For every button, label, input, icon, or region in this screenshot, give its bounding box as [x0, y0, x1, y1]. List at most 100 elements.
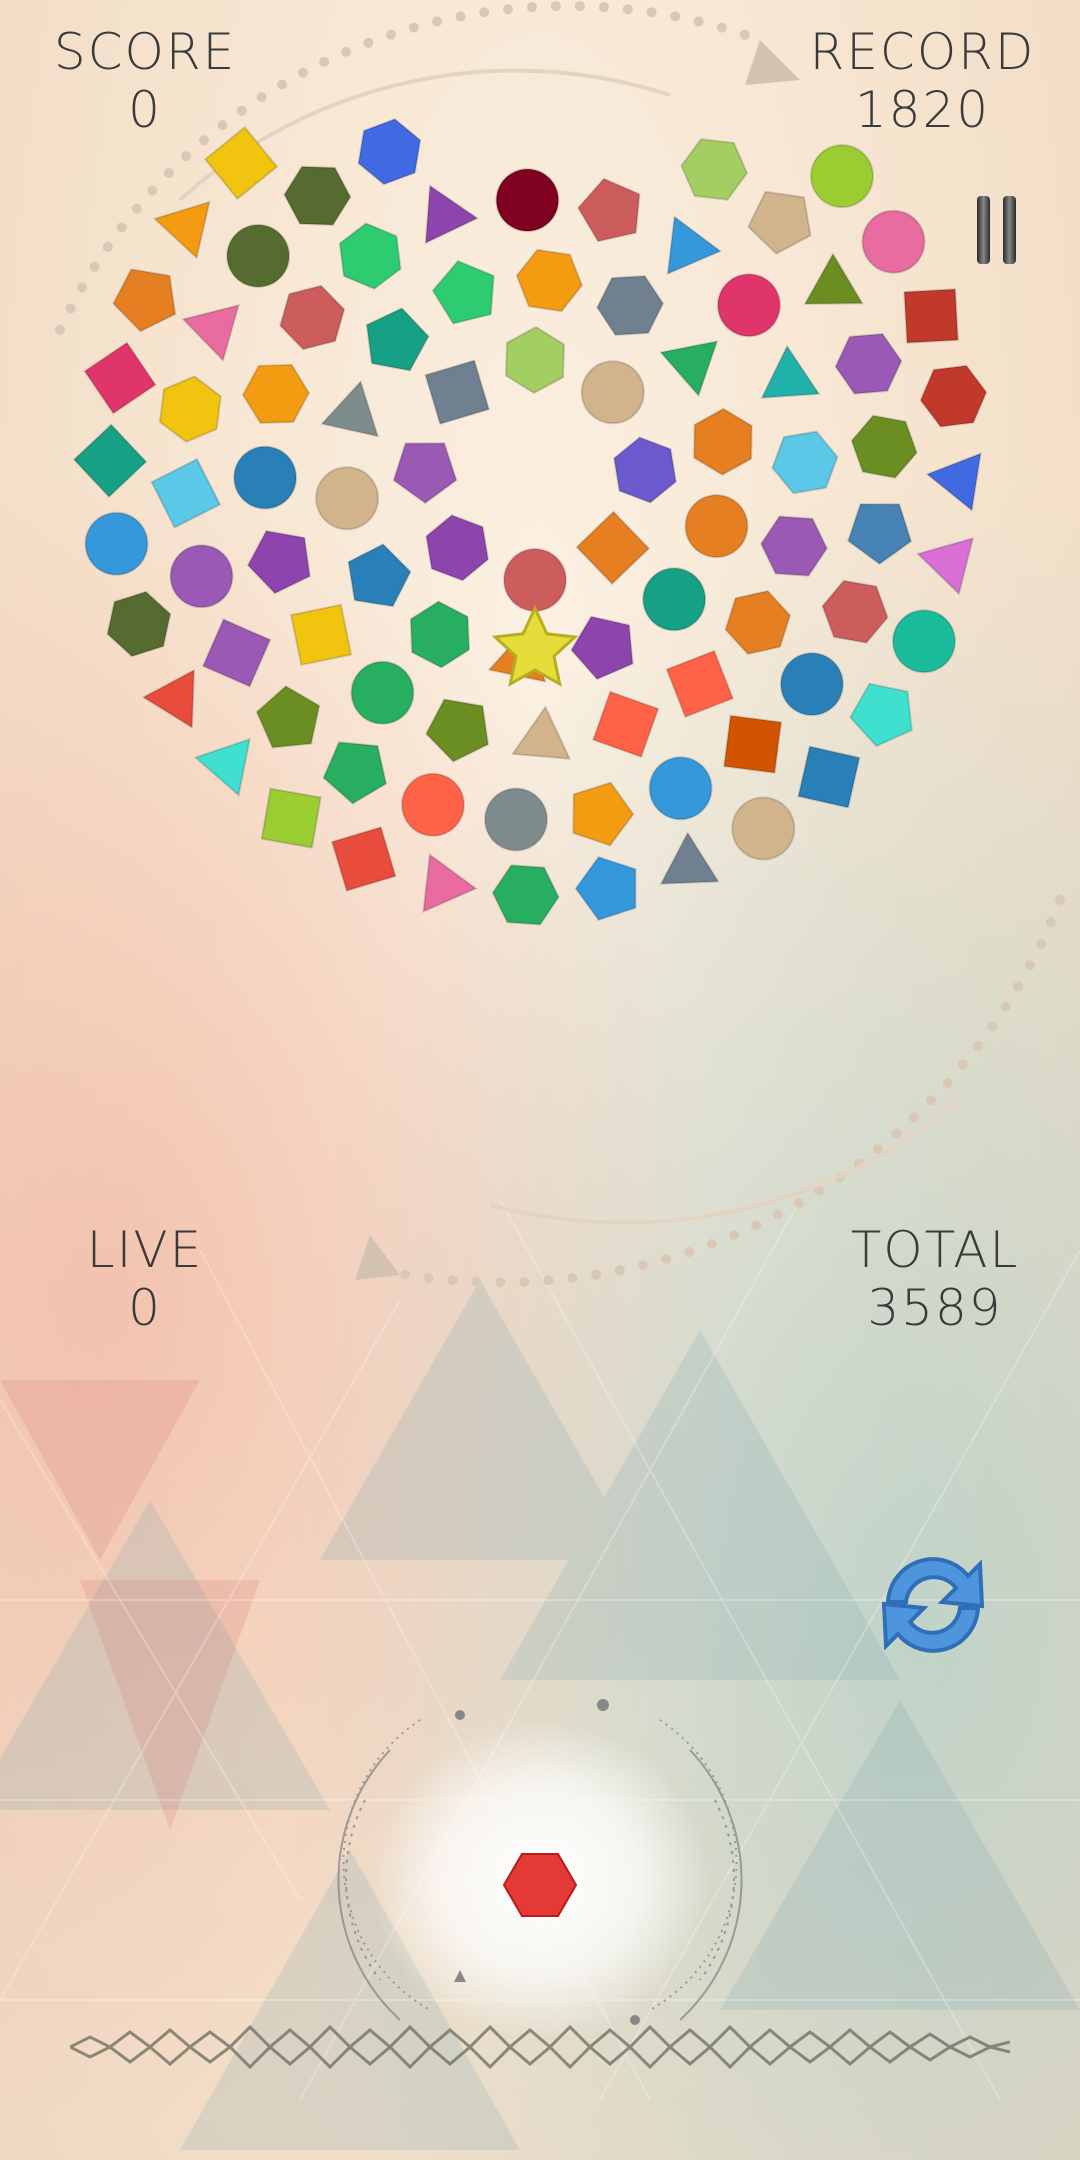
- board-shape-square: [289, 603, 353, 666]
- board-shape-triangle: [666, 215, 723, 276]
- board-shape-hexagon: [515, 248, 584, 313]
- board-shape-triangle: [915, 536, 975, 596]
- board-shape-circle: [350, 660, 415, 725]
- board-shape-hexagon: [158, 375, 222, 443]
- board-shape-triangle: [803, 252, 864, 305]
- board-shape-circle: [642, 567, 707, 632]
- total-label: TOTAL: [850, 1221, 1020, 1279]
- board-shape-square: [903, 288, 959, 344]
- board-shape-triangle: [760, 344, 821, 399]
- board-shape-circle: [401, 772, 465, 837]
- total-display: TOTAL 3589: [830, 1221, 1040, 1337]
- board-shape-circle: [84, 511, 149, 576]
- board-shape-hexagon: [613, 436, 677, 504]
- board-shape-hexagon: [850, 414, 918, 479]
- board-shape-hexagon: [241, 363, 311, 425]
- board-shape-circle: [716, 273, 781, 338]
- board-shape-triangle: [925, 452, 982, 512]
- board-shape-square: [575, 510, 651, 586]
- pause-icon: [977, 196, 990, 264]
- record-value: 1820: [854, 80, 991, 139]
- board-shape-triangle: [320, 379, 380, 438]
- board-shape-triangle: [193, 737, 252, 797]
- board-shape-pentagon: [392, 442, 458, 505]
- board-shape-circle: [731, 796, 796, 861]
- board-shape-pentagon: [574, 855, 637, 922]
- board-shape-square: [665, 649, 735, 719]
- board-shape-square: [591, 690, 660, 759]
- board-shape-hexagon: [409, 600, 471, 669]
- board-shape-square: [150, 457, 222, 529]
- board-shape-circle: [779, 652, 844, 717]
- board-shape-hexagon: [834, 332, 903, 395]
- board-shape-circle: [810, 144, 874, 209]
- board-shape-circle: [580, 360, 645, 425]
- board-shape-circle: [226, 223, 291, 288]
- board-shape-pentagon: [112, 268, 177, 333]
- board-shape-circle: [495, 168, 560, 233]
- board-shape-hexagon: [821, 579, 889, 644]
- board-shape-hexagon: [338, 222, 402, 290]
- board-shape-hexagon: [425, 514, 490, 582]
- board-shape-triangle: [141, 668, 196, 730]
- board-shape-square: [72, 423, 148, 499]
- live-display: LIVE 0: [50, 1221, 240, 1337]
- board-shape-circle: [484, 787, 548, 852]
- record-display: RECORD 1820: [800, 23, 1045, 139]
- live-value: 0: [128, 1278, 162, 1337]
- board-shape-square: [797, 745, 861, 809]
- board-shape-hexagon: [596, 274, 665, 337]
- score-value: 0: [128, 80, 162, 139]
- board-shape-pentagon: [847, 503, 913, 566]
- board-shape-circle: [315, 466, 380, 531]
- board-shape-square: [330, 826, 397, 892]
- board-shape-square: [260, 787, 322, 849]
- total-value: 3589: [867, 1278, 1003, 1337]
- board-shape-circle: [861, 209, 926, 274]
- board-shape-square: [201, 618, 272, 688]
- board-shape-pentagon: [246, 529, 311, 595]
- board-shape-triangle: [152, 200, 211, 260]
- progress-ornament: [70, 2024, 1010, 2070]
- board-shape-hexagon: [693, 407, 753, 476]
- board-shape-triangle: [659, 340, 719, 398]
- board-shape-square: [424, 359, 491, 426]
- board-shape-pentagon: [255, 684, 321, 749]
- launcher[interactable]: [300, 1690, 780, 2040]
- board-shape-triangle: [659, 831, 720, 885]
- board-shape-pentagon: [572, 781, 635, 847]
- board-shape-triangle: [181, 303, 241, 363]
- score-label: SCORE: [53, 23, 237, 81]
- refresh-icon: [881, 1557, 985, 1653]
- live-label: LIVE: [86, 1221, 204, 1279]
- board-shape-triangle: [424, 184, 480, 245]
- board-shape-pentagon: [570, 615, 634, 681]
- board-shape-pentagon: [431, 259, 495, 325]
- board-shape-circle: [169, 544, 234, 609]
- board-shape-triangle: [510, 705, 572, 760]
- board-shape-triangle: [422, 852, 478, 914]
- board-shape-hexagon: [283, 165, 352, 226]
- board-shape-hexagon: [504, 325, 566, 395]
- board-shape-pentagon: [365, 307, 430, 372]
- board-shape-square: [83, 341, 157, 415]
- board-shape-circle: [684, 494, 749, 559]
- shape-board[interactable]: [0, 0, 1080, 1200]
- board-shape-pentagon: [849, 682, 913, 748]
- board-shape-pentagon: [747, 190, 812, 255]
- board-shape-hexagon: [724, 589, 792, 656]
- board-shape-square: [722, 714, 783, 774]
- board-shape-hexagon: [106, 590, 172, 658]
- board-shape-pentagon: [424, 698, 490, 763]
- board-shape-pentagon: [322, 741, 388, 805]
- pause-button[interactable]: [975, 196, 1023, 266]
- board-shape-hexagon: [279, 284, 346, 351]
- board-shape-circle: [233, 445, 298, 510]
- board-shape-circle: [892, 609, 956, 674]
- record-label: RECORD: [809, 23, 1036, 81]
- board-shape-hexagon: [771, 430, 839, 495]
- refresh-button[interactable]: [868, 1540, 998, 1670]
- board-shape-hexagon: [491, 864, 560, 926]
- board-shape-pentagon: [347, 543, 412, 608]
- score-display: SCORE 0: [30, 23, 260, 139]
